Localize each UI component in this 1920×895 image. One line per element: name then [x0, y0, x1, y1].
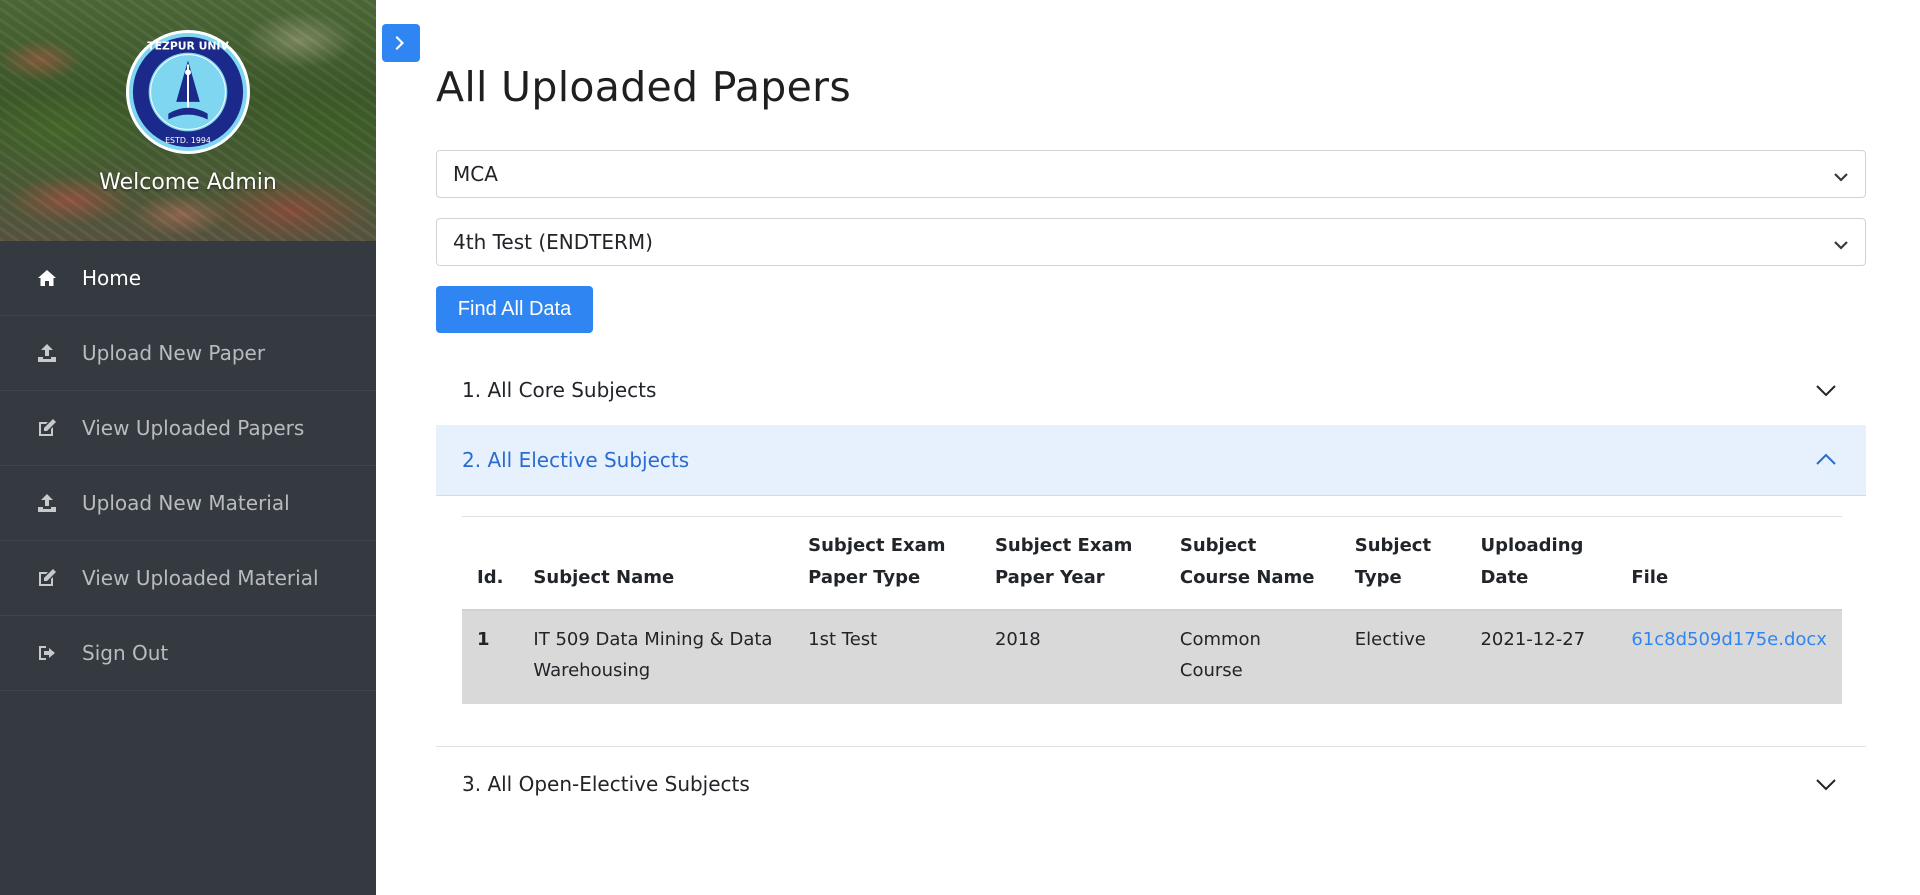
upload-icon — [36, 342, 58, 364]
sidebar-item-sign-out[interactable]: Sign Out — [0, 616, 376, 691]
cell-course-name: Common Course — [1164, 610, 1340, 704]
cell-id: 1 — [462, 610, 519, 704]
cell-subject-type: Elective — [1339, 610, 1466, 704]
sidebar-item-upload-new-paper[interactable]: Upload New Paper — [0, 316, 376, 391]
university-logo: TEZPUR UNIV ESTD. 1994 — [126, 30, 250, 154]
accordion-label: 2. All Elective Subjects — [462, 448, 690, 472]
cell-paper-type: 1st Test — [793, 610, 980, 704]
find-all-data-button[interactable]: Find All Data — [436, 286, 593, 333]
test-select-value: 4th Test (ENDTERM) — [453, 230, 653, 254]
edit-icon — [36, 417, 58, 439]
table-header-row: Id. Subject Name Subject Exam Paper Type… — [462, 517, 1842, 611]
accordion-core-subjects[interactable]: 1. All Core Subjects — [436, 355, 1866, 425]
sidebar-item-home[interactable]: Home — [0, 241, 376, 316]
table-row: 1 IT 509 Data Mining & Data Warehousing … — [462, 610, 1842, 704]
home-icon — [36, 267, 58, 289]
sidebar-toggle-button[interactable] — [382, 24, 420, 62]
column-header: Id. — [462, 517, 519, 611]
column-header: Subject Exam Paper Type — [793, 517, 980, 611]
accordion-label: 3. All Open-Elective Subjects — [462, 771, 750, 796]
sidebar-item-label: Upload New Paper — [82, 341, 266, 365]
university-seal-icon: TEZPUR UNIV ESTD. 1994 — [132, 36, 244, 148]
page-title: All Uploaded Papers — [436, 63, 851, 111]
course-select-value: MCA — [453, 162, 498, 186]
cell-paper-year: 2018 — [979, 610, 1165, 704]
chevron-down-icon — [1814, 772, 1838, 796]
sidebar-item-upload-new-material[interactable]: Upload New Material — [0, 466, 376, 541]
sidebar-hero-image: TEZPUR UNIV ESTD. 1994 Welcome Admin — [0, 0, 376, 241]
sidebar: TEZPUR UNIV ESTD. 1994 Welcome Admin Hom… — [0, 0, 376, 895]
cell-uploading-date: 2021-12-27 — [1465, 610, 1617, 704]
column-header: File — [1616, 517, 1842, 611]
column-header: Subject Name — [518, 517, 794, 611]
course-select[interactable]: MCA — [436, 150, 1866, 198]
file-link[interactable]: 61c8d509d175e.docx — [1631, 629, 1827, 650]
svg-text:ESTD. 1994: ESTD. 1994 — [165, 136, 211, 145]
upload-icon — [36, 492, 58, 514]
test-select[interactable]: 4th Test (ENDTERM) — [436, 218, 1866, 266]
edit-icon — [36, 567, 58, 589]
chevron-down-icon — [1833, 166, 1849, 182]
sidebar-item-label: View Uploaded Papers — [82, 416, 305, 440]
sign-out-icon — [36, 642, 58, 664]
sidebar-item-view-uploaded-material[interactable]: View Uploaded Material — [0, 541, 376, 616]
elective-subjects-table: Id. Subject Name Subject Exam Paper Type… — [462, 517, 1842, 704]
column-header: Subject Exam Paper Year — [979, 517, 1165, 611]
chevron-down-icon — [1814, 378, 1838, 402]
chevron-right-icon — [395, 36, 404, 50]
sidebar-item-view-uploaded-papers[interactable]: View Uploaded Papers — [0, 391, 376, 466]
chevron-up-icon — [1814, 448, 1838, 472]
sidebar-nav: Home Upload New Paper View Uploaded Pape… — [0, 241, 376, 691]
column-header: Subject Course Name — [1164, 517, 1340, 611]
welcome-text: Welcome Admin — [99, 170, 277, 195]
column-header: Subject Type — [1339, 517, 1466, 611]
sidebar-item-label: View Uploaded Material — [82, 566, 319, 590]
sidebar-item-label: Sign Out — [82, 641, 169, 665]
sidebar-item-label: Upload New Material — [82, 491, 290, 515]
column-header: Uploading Date — [1465, 517, 1617, 611]
cell-subject-name: IT 509 Data Mining & Data Warehousing — [518, 610, 794, 704]
accordion-elective-subjects[interactable]: 2. All Elective Subjects — [436, 425, 1866, 496]
chevron-down-icon — [1833, 234, 1849, 250]
sidebar-item-label: Home — [82, 266, 142, 290]
accordion-label: 1. All Core Subjects — [462, 378, 657, 402]
cell-file: 61c8d509d175e.docx — [1616, 610, 1842, 704]
accordion-open-elective-subjects[interactable]: 3. All Open-Elective Subjects — [436, 746, 1866, 820]
elective-subjects-table-container: Id. Subject Name Subject Exam Paper Type… — [462, 516, 1842, 704]
svg-text:TEZPUR UNIV: TEZPUR UNIV — [147, 40, 229, 53]
